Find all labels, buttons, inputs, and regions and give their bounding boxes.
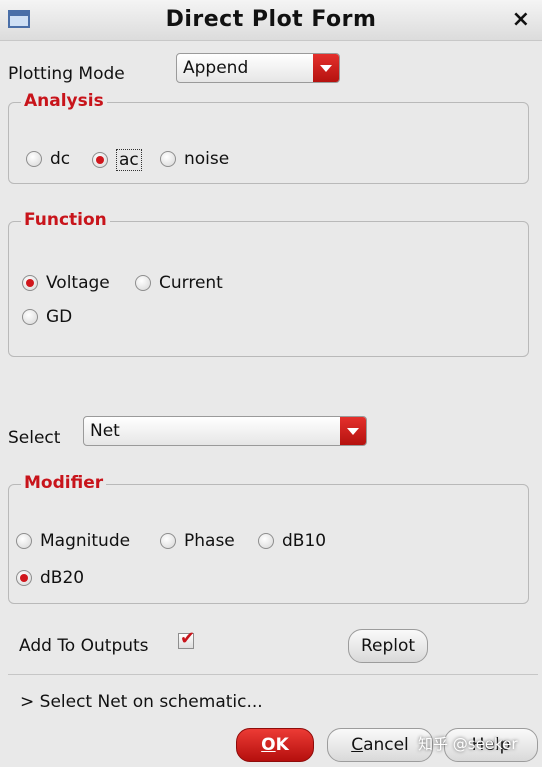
select-dropdown[interactable]: Net (83, 416, 367, 446)
select-value: Net (90, 421, 120, 441)
radio-label: dc (50, 149, 71, 169)
ok-mnemonic: O (261, 735, 276, 755)
radio-button-selected (92, 152, 108, 168)
plotting-mode-dropdown[interactable]: Append (176, 53, 340, 83)
radio-label: dB10 (282, 531, 327, 551)
chevron-down-icon (340, 417, 366, 445)
window-title: Direct Plot Form (165, 7, 377, 32)
modifier-legend: Modifier (21, 473, 107, 493)
chevron-down-icon (313, 54, 339, 82)
ok-rest: K (275, 735, 289, 755)
radio-function-current[interactable]: Current (135, 273, 223, 293)
plotting-mode-label: Plotting Mode (8, 64, 125, 84)
analysis-legend: Analysis (21, 91, 107, 111)
radio-button (26, 151, 42, 167)
radio-label: Phase (184, 531, 235, 551)
close-icon[interactable]: × (512, 7, 530, 32)
radio-analysis-noise[interactable]: noise (160, 149, 229, 169)
radio-analysis-ac[interactable]: ac (92, 149, 142, 171)
radio-button (22, 309, 38, 325)
radio-label: noise (184, 149, 230, 169)
radio-modifier-db20[interactable]: dB20 (16, 568, 84, 588)
radio-button (16, 533, 32, 549)
function-legend: Function (21, 210, 110, 230)
replot-button[interactable]: Replot (348, 629, 428, 663)
radio-label: Voltage (46, 273, 110, 293)
help-button[interactable]: Help (444, 728, 538, 762)
ok-button[interactable]: OK (236, 728, 314, 762)
radio-function-gd[interactable]: GD (22, 307, 72, 327)
radio-modifier-magnitude[interactable]: Magnitude (16, 531, 130, 551)
add-to-outputs-label: Add To Outputs (19, 636, 149, 656)
cancel-button[interactable]: Cancel (327, 728, 433, 762)
radio-label: GD (46, 307, 73, 327)
radio-function-voltage[interactable]: Voltage (22, 273, 110, 293)
radio-button (258, 533, 274, 549)
status-message: > Select Net on schematic... (20, 692, 263, 712)
divider (8, 674, 538, 675)
radio-label: Current (159, 273, 223, 293)
title-bar: Direct Plot Form × (0, 0, 542, 41)
analysis-group (8, 102, 529, 184)
radio-label: ac (116, 149, 142, 171)
radio-button (160, 533, 176, 549)
radio-button-selected (22, 275, 38, 291)
radio-label: Magnitude (40, 531, 131, 551)
cancel-rest: ancel (363, 735, 409, 755)
radio-modifier-phase[interactable]: Phase (160, 531, 235, 551)
checkmark-icon: ✔ (180, 628, 196, 649)
radio-label: dB20 (40, 568, 85, 588)
radio-modifier-db10[interactable]: dB10 (258, 531, 326, 551)
plotting-mode-value: Append (183, 58, 249, 78)
radio-button-selected (16, 570, 32, 586)
add-to-outputs-checkbox[interactable]: ✔ (178, 628, 195, 649)
select-label: Select (8, 428, 61, 448)
radio-analysis-dc[interactable]: dc (26, 149, 70, 169)
cancel-mnemonic: C (351, 735, 364, 755)
radio-button (160, 151, 176, 167)
radio-button (135, 275, 151, 291)
